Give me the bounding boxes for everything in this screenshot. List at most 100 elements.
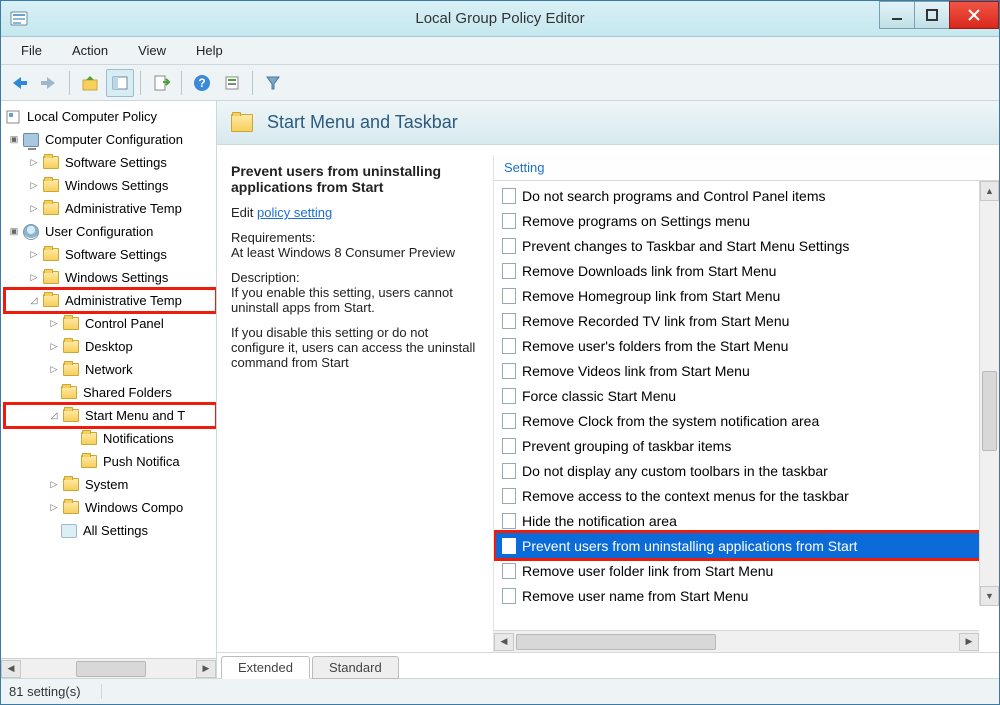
- minimize-icon: [891, 9, 903, 21]
- setting-row[interactable]: Remove Homegroup link from Start Menu: [496, 283, 999, 308]
- scroll-track[interactable]: [980, 201, 999, 586]
- forward-button[interactable]: [35, 69, 63, 97]
- scroll-up-button[interactable]: ▲: [980, 181, 999, 201]
- setting-row[interactable]: Hide the notification area: [496, 508, 999, 533]
- list-vscrollbar[interactable]: ▲ ▼: [979, 181, 999, 606]
- tree-shared-folders[interactable]: Shared Folders: [5, 381, 216, 404]
- tree-windows-components[interactable]: ▷ Windows Compo: [5, 496, 216, 519]
- setting-row[interactable]: Remove Recorded TV link from Start Menu: [496, 308, 999, 333]
- policy-setting-link[interactable]: policy setting: [257, 205, 332, 220]
- tree-computer-configuration[interactable]: ▣ Computer Configuration: [5, 128, 216, 151]
- expander-icon[interactable]: ▣: [7, 133, 21, 147]
- menu-view[interactable]: View: [124, 39, 180, 62]
- expander-icon[interactable]: ◿: [27, 294, 41, 308]
- policy-doc-icon: [502, 588, 516, 604]
- back-button[interactable]: [5, 69, 33, 97]
- edit-prefix: Edit: [231, 205, 253, 220]
- tree-uc-software-settings[interactable]: ▷ Software Settings: [5, 243, 216, 266]
- tree-user-configuration[interactable]: ▣ User Configuration: [5, 220, 216, 243]
- tree-cc-windows-settings[interactable]: ▷ Windows Settings: [5, 174, 216, 197]
- setting-row[interactable]: Remove Videos link from Start Menu: [496, 358, 999, 383]
- setting-row[interactable]: Remove user's folders from the Start Men…: [496, 333, 999, 358]
- scroll-left-button[interactable]: ◀: [1, 660, 21, 678]
- tree-uc-admin-templates[interactable]: ◿ Administrative Temp: [5, 289, 216, 312]
- scroll-left-button[interactable]: ◀: [494, 633, 514, 651]
- menu-help[interactable]: Help: [182, 39, 237, 62]
- menu-file[interactable]: File: [7, 39, 56, 62]
- menubar: File Action View Help: [1, 37, 999, 65]
- setting-row[interactable]: Prevent users from uninstalling applicat…: [496, 533, 999, 558]
- expander-icon[interactable]: ▷: [27, 271, 41, 285]
- tree-all-settings[interactable]: All Settings: [5, 519, 216, 542]
- scroll-track[interactable]: [514, 633, 959, 651]
- expander-icon[interactable]: ▷: [27, 202, 41, 216]
- tree-uc-windows-settings[interactable]: ▷ Windows Settings: [5, 266, 216, 289]
- setting-row[interactable]: Remove Downloads link from Start Menu: [496, 258, 999, 283]
- expander-icon[interactable]: ▷: [47, 317, 61, 331]
- setting-row[interactable]: Remove access to the context menus for t…: [496, 483, 999, 508]
- setting-row[interactable]: Do not search programs and Control Panel…: [496, 183, 999, 208]
- setting-row[interactable]: Do not display any custom toolbars in th…: [496, 458, 999, 483]
- up-button[interactable]: [76, 69, 104, 97]
- tree-notifications[interactable]: Notifications: [5, 427, 216, 450]
- setting-label: Remove user name from Start Menu: [522, 588, 748, 604]
- tree-root[interactable]: Local Computer Policy: [5, 105, 216, 128]
- scroll-thumb[interactable]: [982, 371, 997, 451]
- tree-system[interactable]: ▷ System: [5, 473, 216, 496]
- expander-icon[interactable]: ▷: [27, 248, 41, 262]
- list-hscrollbar[interactable]: ◀ ▶: [494, 630, 979, 652]
- policy-doc-icon: [502, 263, 516, 279]
- tree-push-notifications[interactable]: Push Notifica: [5, 450, 216, 473]
- tree-desktop[interactable]: ▷ Desktop: [5, 335, 216, 358]
- setting-row[interactable]: Remove Clock from the system notificatio…: [496, 408, 999, 433]
- tree-cc-software-settings[interactable]: ▷ Software Settings: [5, 151, 216, 174]
- list-column-header[interactable]: Setting: [494, 155, 999, 181]
- description-block: Description: If you enable this setting,…: [231, 270, 481, 315]
- scroll-right-button[interactable]: ▶: [959, 633, 979, 651]
- expander-icon[interactable]: ▷: [27, 156, 41, 170]
- setting-row[interactable]: Force classic Start Menu: [496, 383, 999, 408]
- tree-scrollbar[interactable]: ◀ ▶: [1, 658, 216, 678]
- scroll-thumb[interactable]: [516, 634, 716, 650]
- scroll-right-button[interactable]: ▶: [196, 660, 216, 678]
- show-hide-tree-button[interactable]: [106, 69, 134, 97]
- properties-button[interactable]: [218, 69, 246, 97]
- expander-icon[interactable]: ▷: [27, 179, 41, 193]
- tab-standard[interactable]: Standard: [312, 656, 399, 679]
- expander-icon[interactable]: ◿: [47, 409, 61, 423]
- expander-icon[interactable]: ▷: [47, 363, 61, 377]
- policy-doc-icon: [502, 338, 516, 354]
- expander-icon[interactable]: ▷: [47, 340, 61, 354]
- tab-extended[interactable]: Extended: [221, 656, 310, 679]
- help-button[interactable]: ?: [188, 69, 216, 97]
- minimize-button[interactable]: [879, 1, 915, 29]
- expander-icon[interactable]: ▷: [47, 501, 61, 515]
- tree-control-panel[interactable]: ▷ Control Panel: [5, 312, 216, 335]
- setting-row[interactable]: Remove programs on Settings menu: [496, 208, 999, 233]
- scroll-thumb[interactable]: [76, 661, 146, 677]
- maximize-button[interactable]: [914, 1, 950, 29]
- setting-label: Remove Downloads link from Start Menu: [522, 263, 776, 279]
- close-icon: [967, 8, 981, 22]
- scroll-down-button[interactable]: ▼: [980, 586, 999, 606]
- menu-action[interactable]: Action: [58, 39, 122, 62]
- export-button[interactable]: [147, 69, 175, 97]
- setting-label: Prevent grouping of taskbar items: [522, 438, 731, 454]
- tree-network[interactable]: ▷ Network: [5, 358, 216, 381]
- expander-icon[interactable]: ▷: [47, 478, 61, 492]
- window-buttons: [880, 1, 999, 29]
- expander-icon[interactable]: ▣: [7, 225, 21, 239]
- setting-row[interactable]: Remove user folder link from Start Menu: [496, 558, 999, 583]
- scroll-track[interactable]: [21, 660, 196, 678]
- tree-start-menu-taskbar[interactable]: ◿ Start Menu and T: [5, 404, 216, 427]
- filter-button[interactable]: [259, 69, 287, 97]
- setting-label: Remove Clock from the system notificatio…: [522, 413, 819, 429]
- setting-row[interactable]: Prevent changes to Taskbar and Start Men…: [496, 233, 999, 258]
- setting-row[interactable]: Remove user name from Start Menu: [496, 583, 999, 608]
- user-icon: [23, 224, 39, 240]
- tree-label: Push Notifica: [101, 454, 180, 469]
- close-button[interactable]: [949, 1, 999, 29]
- setting-row[interactable]: Prevent grouping of taskbar items: [496, 433, 999, 458]
- policy-tree[interactable]: Local Computer Policy ▣ Computer Configu…: [1, 101, 216, 658]
- tree-cc-admin-templates[interactable]: ▷ Administrative Temp: [5, 197, 216, 220]
